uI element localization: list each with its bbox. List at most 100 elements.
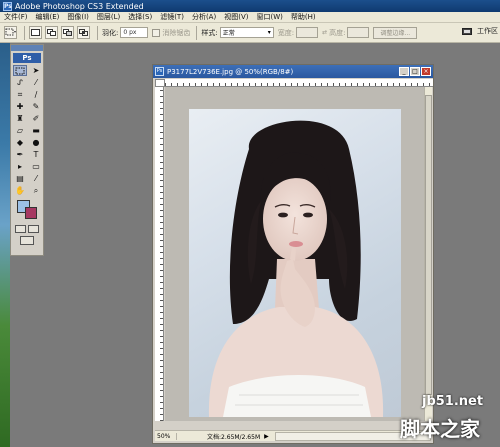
height-label: 高度: — [329, 28, 346, 37]
menu-edit[interactable]: 编辑(E) — [36, 12, 60, 22]
status-menu-arrow-icon[interactable]: ▶ — [264, 433, 269, 440]
document-status-bar: 50% 文档:2.65M/2.65M ▶ — [155, 430, 431, 441]
horizontal-ruler[interactable] — [165, 79, 433, 87]
magic-wand-tool-icon[interactable]: ⁄ — [29, 77, 43, 88]
workspace-area: 工作区 — [462, 26, 498, 36]
watermark-brand: 脚本之家 — [400, 417, 480, 441]
gradient-tool-icon[interactable]: ▬ — [29, 125, 43, 136]
watermark-site: jb51.net — [422, 394, 484, 409]
crop-tool-icon[interactable]: ⌗ — [13, 89, 27, 100]
quick-mask-mode-icon[interactable] — [28, 225, 39, 233]
minimize-button[interactable]: _ — [399, 67, 409, 76]
brush-tool-icon[interactable]: ✎ — [29, 101, 43, 112]
ruler-origin[interactable] — [155, 79, 165, 87]
quick-mask-controls — [11, 225, 43, 233]
menu-filter[interactable]: 滤镜(T) — [160, 12, 184, 22]
subtract-selection-button[interactable] — [61, 26, 74, 39]
adjust-edge-button[interactable]: 调整边缘... — [373, 26, 418, 39]
vertical-scroll-thumb[interactable] — [425, 95, 432, 395]
menu-window[interactable]: 窗口(W) — [256, 12, 282, 22]
hand-tool-icon[interactable]: ✋ — [13, 185, 27, 196]
history-brush-tool-icon[interactable]: ✐ — [29, 113, 43, 124]
lasso-tool-icon[interactable]: ᔑ — [13, 77, 27, 88]
menu-bar: 文件(F) 编辑(E) 图像(I) 图层(L) 选择(S) 滤镜(T) 分析(A… — [0, 12, 500, 23]
background-color-swatch[interactable] — [25, 207, 37, 219]
menu-analysis[interactable]: 分析(A) — [192, 12, 216, 22]
dodge-tool-icon[interactable]: ● — [29, 137, 43, 148]
zoom-level-field[interactable]: 50% — [155, 432, 177, 440]
app-title-bar: Ps Adobe Photoshop CS3 Extended — [0, 0, 500, 12]
healing-brush-tool-icon[interactable]: ✚ — [13, 101, 27, 112]
menu-view[interactable]: 视图(V) — [224, 12, 248, 22]
style-select[interactable]: 正常 ▾ — [219, 27, 274, 38]
canvas-area[interactable] — [165, 87, 425, 421]
menu-file[interactable]: 文件(F) — [4, 12, 28, 22]
menu-layer[interactable]: 图层(L) — [97, 12, 120, 22]
blur-tool-icon[interactable]: ◆ — [13, 137, 27, 148]
document-window: Ps P3177L2V736E.jpg @ 50%(RGB/8#) _ □ × — [152, 64, 434, 444]
feather-label: 羽化: — [102, 28, 119, 37]
intersect-selection-button[interactable] — [77, 26, 90, 39]
feather-input[interactable]: 0 px — [120, 27, 149, 38]
tool-preset-picker[interactable] — [4, 26, 17, 39]
style-select-value: 正常 — [222, 30, 235, 37]
tool-palette-logo[interactable]: Ps — [13, 53, 41, 63]
app-title: Adobe Photoshop CS3 Extended — [15, 1, 144, 11]
swap-icon[interactable]: ⇄ — [322, 29, 327, 36]
height-input[interactable] — [347, 27, 370, 38]
desktop-background — [0, 43, 10, 447]
standard-mode-icon[interactable] — [15, 225, 26, 233]
options-separator — [97, 25, 98, 40]
tool-palette: Ps ➤ ᔑ ⁄ ⌗ ∕ ✚ ✎ ♜ ✐ ▱ ▬ ◆ ● ✒ T ▸ ▭ ▤ ⁄… — [10, 44, 44, 256]
workspace-button[interactable]: 工作区 — [477, 26, 498, 36]
tool-palette-header[interactable] — [11, 45, 43, 51]
photoshop-logo-icon: Ps — [3, 1, 12, 11]
antialias-label: 消除锯齿 — [162, 28, 191, 37]
vertical-ruler[interactable] — [155, 87, 164, 421]
color-swatches — [13, 200, 41, 222]
path-selection-tool-icon[interactable]: ▸ — [13, 161, 27, 172]
options-separator — [196, 25, 198, 40]
marquee-preset-icon — [5, 28, 16, 36]
palette-well-icon[interactable] — [462, 27, 473, 36]
document-size-info: 文档:2.65M/2.65M — [207, 433, 261, 441]
move-tool-icon[interactable]: ➤ — [29, 65, 43, 76]
marquee-tool-icon[interactable] — [13, 65, 27, 76]
eraser-tool-icon[interactable]: ▱ — [13, 125, 27, 136]
maximize-button[interactable]: □ — [410, 67, 420, 76]
document-ps-icon: Ps — [155, 67, 164, 76]
width-input[interactable] — [296, 27, 319, 38]
vertical-scrollbar[interactable] — [424, 87, 432, 421]
window-controls: _ □ × — [398, 67, 431, 76]
add-selection-button[interactable] — [45, 26, 58, 39]
shape-tool-icon[interactable]: ▭ — [29, 161, 43, 172]
screen-mode-icon[interactable] — [20, 236, 34, 245]
eyedropper-tool-icon[interactable]: ⁄ — [29, 173, 43, 184]
slice-tool-icon[interactable]: ∕ — [29, 89, 43, 100]
zoom-tool-icon[interactable]: ⌕ — [29, 185, 43, 196]
intersect-selection-icon — [79, 29, 88, 36]
add-selection-icon — [47, 29, 56, 36]
document-title-bar[interactable]: Ps P3177L2V736E.jpg @ 50%(RGB/8#) _ □ × — [153, 65, 433, 78]
portrait-photo — [189, 109, 401, 417]
width-label: 宽度: — [277, 28, 295, 37]
menu-select[interactable]: 选择(S) — [128, 12, 152, 22]
tool-grid: ➤ ᔑ ⁄ ⌗ ∕ ✚ ✎ ♜ ✐ ▱ ▬ ◆ ● ✒ T ▸ ▭ ▤ ⁄ ✋ … — [11, 65, 43, 196]
new-selection-icon — [31, 29, 40, 36]
subtract-selection-icon — [63, 29, 72, 36]
portrait-image — [208, 120, 384, 417]
antialias-checkbox[interactable] — [152, 28, 161, 37]
document-title: P3177L2V736E.jpg @ 50%(RGB/8#) — [167, 67, 294, 76]
options-bar: 羽化: 0 px 消除锯齿 样式: 正常 ▾ 宽度: ⇄ 高度: 调整边缘...… — [0, 23, 500, 43]
clone-stamp-tool-icon[interactable]: ♜ — [13, 113, 27, 124]
close-button[interactable]: × — [421, 67, 431, 76]
style-label: 样式: — [201, 28, 218, 37]
type-tool-icon[interactable]: T — [29, 149, 43, 160]
notes-tool-icon[interactable]: ▤ — [13, 173, 27, 184]
new-selection-button[interactable] — [29, 26, 42, 39]
options-separator — [24, 25, 25, 40]
menu-help[interactable]: 帮助(H) — [291, 12, 316, 22]
chevron-down-icon: ▾ — [267, 29, 271, 36]
menu-image[interactable]: 图像(I) — [67, 12, 89, 22]
pen-tool-icon[interactable]: ✒ — [13, 149, 27, 160]
